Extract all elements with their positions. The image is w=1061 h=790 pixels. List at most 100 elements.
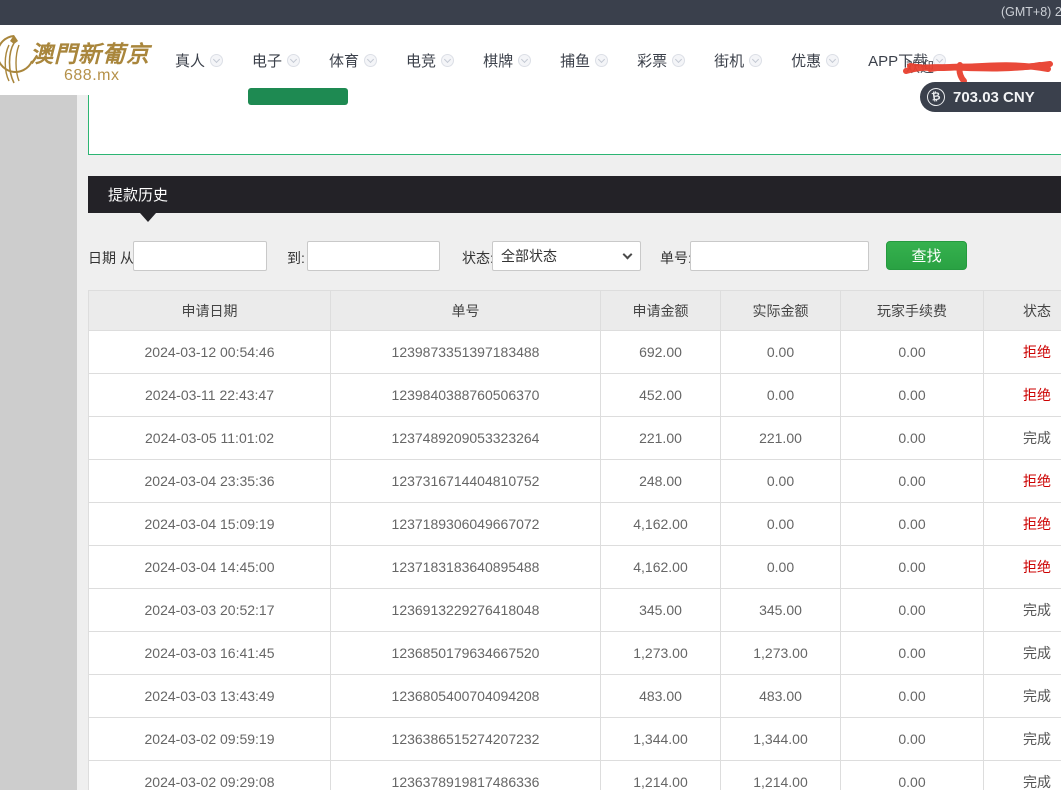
cell-status: 完成 — [984, 761, 1061, 790]
nav-item-esports[interactable]: 电竞 — [406, 50, 454, 71]
col-header-player-fee: 玩家手续费 — [841, 291, 984, 331]
table-row: 2024-03-03 16:41:4512368501796346675201,… — [89, 632, 1061, 675]
table-row: 2024-03-03 13:43:49123680540070409420848… — [89, 675, 1061, 718]
nav-item-promo[interactable]: 优惠 — [791, 50, 839, 71]
cell-actual-amount: 0.00 — [721, 374, 841, 417]
chevron-circle-icon — [672, 54, 685, 67]
chevron-circle-icon — [826, 54, 839, 67]
nav-item-label: 电子 — [252, 50, 282, 71]
cell-order-no: 1237316714404810752 — [331, 460, 601, 503]
cell-player-fee: 0.00 — [841, 589, 984, 632]
nav-item-cards[interactable]: 棋牌 — [483, 50, 531, 71]
cell-order-no: 1236378919817486336 — [331, 761, 601, 790]
cell-status: 拒绝 — [984, 503, 1061, 546]
status-select-wrap: 全部状态 — [492, 241, 641, 271]
cell-actual-amount: 483.00 — [721, 675, 841, 718]
cell-actual-amount: 1,214.00 — [721, 761, 841, 790]
col-header-date: 申请日期 — [89, 291, 331, 331]
withdraw-form-panel — [88, 93, 1061, 155]
main-nav: 真人电子体育电竞棋牌捕鱼彩票街机优惠APP下载 — [175, 25, 946, 95]
date-from-input[interactable] — [133, 241, 267, 271]
table-row: 2024-03-04 23:35:36123731671440481075224… — [89, 460, 1061, 503]
table-header-row: 申请日期 单号 申请金额 实际金额 玩家手续费 状态 — [89, 291, 1061, 331]
chevron-circle-icon — [287, 54, 300, 67]
cell-actual-amount: 0.00 — [721, 546, 841, 589]
cell-date: 2024-03-03 13:43:49 — [89, 675, 331, 718]
nav-item-lottery[interactable]: 彩票 — [637, 50, 685, 71]
cell-request-amount: 4,162.00 — [601, 503, 721, 546]
order-no-input[interactable] — [690, 241, 869, 271]
nav-item-live[interactable]: 真人 — [175, 50, 223, 71]
table-row: 2024-03-11 22:43:47123984038876050637045… — [89, 374, 1061, 417]
cell-player-fee: 0.00 — [841, 675, 984, 718]
cell-player-fee: 0.00 — [841, 503, 984, 546]
balance-pill[interactable]: ₿ 703.03 CNY — [920, 82, 1061, 112]
status-select[interactable]: 全部状态 — [492, 241, 641, 271]
chevron-circle-icon — [441, 54, 454, 67]
cell-status: 完成 — [984, 718, 1061, 761]
cell-order-no: 1239840388760506370 — [331, 374, 601, 417]
welcome-area: 欢迎 — [900, 51, 1060, 85]
brand-domain: 688.mx — [64, 67, 119, 85]
table-header: 申请日期 单号 申请金额 实际金额 玩家手续费 状态 — [89, 291, 1061, 331]
cell-date: 2024-03-03 20:52:17 — [89, 589, 331, 632]
cell-date: 2024-03-05 11:01:02 — [89, 417, 331, 460]
nav-item-label: 优惠 — [791, 50, 821, 71]
nav-item-sports[interactable]: 体育 — [329, 50, 377, 71]
nav-item-arcade[interactable]: 街机 — [714, 50, 762, 71]
top-bar: (GMT+8) 2 — [0, 0, 1061, 25]
chevron-circle-icon — [749, 54, 762, 67]
table-row: 2024-03-04 15:09:1912371893060496670724,… — [89, 503, 1061, 546]
cell-date: 2024-03-04 14:45:00 — [89, 546, 331, 589]
table-row: 2024-03-02 09:29:0812363789198174863361,… — [89, 761, 1061, 790]
nav-item-label: 体育 — [329, 50, 359, 71]
site-header: 澳門新葡京 688.mx 真人电子体育电竞棋牌捕鱼彩票街机优惠APP下载 欢迎 … — [0, 25, 1061, 95]
date-to-label: 到: — [287, 248, 305, 268]
cell-status: 完成 — [984, 417, 1061, 460]
cell-date: 2024-03-04 23:35:36 — [89, 460, 331, 503]
cell-request-amount: 1,273.00 — [601, 632, 721, 675]
cell-actual-amount: 345.00 — [721, 589, 841, 632]
cell-order-no: 1236805400704094208 — [331, 675, 601, 718]
col-header-status: 状态 — [984, 291, 1061, 331]
col-header-actual-amount: 实际金额 — [721, 291, 841, 331]
withdraw-history-table: 申请日期 单号 申请金额 实际金额 玩家手续费 状态 2024-03-12 00… — [88, 290, 1061, 790]
nav-item-label: 彩票 — [637, 50, 667, 71]
cell-request-amount: 483.00 — [601, 675, 721, 718]
status-label: 状态: — [462, 248, 494, 268]
cell-player-fee: 0.00 — [841, 460, 984, 503]
cell-actual-amount: 0.00 — [721, 460, 841, 503]
cell-actual-amount: 0.00 — [721, 331, 841, 374]
cell-actual-amount: 0.00 — [721, 503, 841, 546]
nav-item-label: 真人 — [175, 50, 205, 71]
col-header-order-no: 单号 — [331, 291, 601, 331]
cell-status: 拒绝 — [984, 331, 1061, 374]
cell-status: 拒绝 — [984, 546, 1061, 589]
order-no-label: 单号: — [660, 248, 692, 268]
cell-actual-amount: 1,273.00 — [721, 632, 841, 675]
redaction-scribble — [900, 51, 1060, 85]
cell-order-no: 1236850179634667520 — [331, 632, 601, 675]
table-row: 2024-03-03 20:52:171236913229276418048 34… — [89, 589, 1061, 632]
nav-item-fishing[interactable]: 捕鱼 — [560, 50, 608, 71]
cell-order-no: 1237183183640895488 — [331, 546, 601, 589]
filter-bar: 日期 从: 到: 状态: 全部状态 单号: 查找 — [88, 241, 1061, 271]
site-logo[interactable]: 澳門新葡京 688.mx — [0, 29, 156, 93]
cell-request-amount: 452.00 — [601, 374, 721, 417]
cell-status: 拒绝 — [984, 374, 1061, 417]
date-to-input[interactable] — [307, 241, 440, 271]
table-row: 2024-03-02 09:59:1912363865152742072321,… — [89, 718, 1061, 761]
nav-item-slots[interactable]: 电子 — [252, 50, 300, 71]
withdraw-submit-button[interactable] — [248, 88, 348, 105]
table-row: 2024-03-04 14:45:0012371831836408954884,… — [89, 546, 1061, 589]
search-button[interactable]: 查找 — [886, 241, 967, 270]
balance-amount: 703.03 CNY — [953, 89, 1035, 106]
cell-date: 2024-03-12 00:54:46 — [89, 331, 331, 374]
cell-order-no: 1236913229276418048 — [331, 589, 601, 632]
cell-order-no: 1237189306049667072 — [331, 503, 601, 546]
cell-date: 2024-03-11 22:43:47 — [89, 374, 331, 417]
cell-date: 2024-03-03 16:41:45 — [89, 632, 331, 675]
cell-order-no: 1236386515274207232 — [331, 718, 601, 761]
table-row: 2024-03-05 11:01:02123748920905332326422… — [89, 417, 1061, 460]
col-header-request-amount: 申请金额 — [601, 291, 721, 331]
